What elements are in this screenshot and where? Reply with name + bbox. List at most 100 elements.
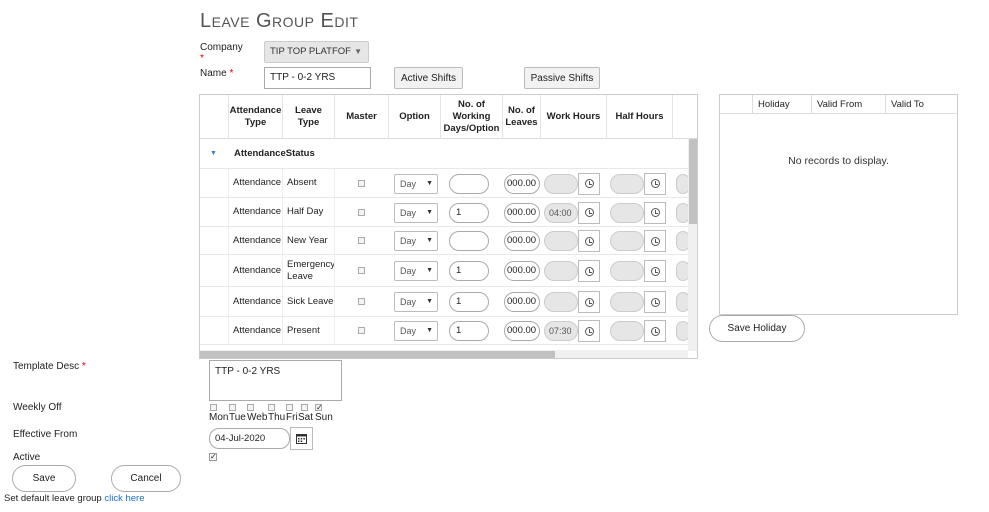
leaves-input[interactable]: 000.00 — [504, 292, 540, 312]
weekday-checkbox[interactable] — [268, 404, 275, 411]
table-row[interactable]: Attendance Sick Leave Day ▼ 1 000.00 — [200, 287, 690, 317]
option-select[interactable]: Day ▼ — [394, 202, 438, 223]
master-checkbox[interactable] — [358, 208, 365, 216]
master-checkbox[interactable] — [358, 298, 365, 305]
weekday-label: Tue — [229, 412, 246, 423]
half-hours-input[interactable] — [610, 231, 644, 251]
half-hours-input[interactable] — [610, 261, 644, 281]
weekday-checkbox[interactable] — [301, 404, 308, 411]
work-hours-input[interactable] — [544, 261, 578, 281]
weekday-label: Fri — [286, 412, 298, 423]
work-hours-input[interactable] — [544, 292, 578, 312]
clock-icon[interactable] — [644, 201, 666, 224]
template-desc-textarea[interactable]: TTP - 0-2 YRS — [209, 360, 342, 401]
work-hours-input[interactable] — [544, 173, 578, 194]
table-row[interactable]: Attendance Half Day Day ▼ 1 000.00 04:00 — [200, 198, 690, 227]
company-select[interactable]: TIP TOP PLATFOF ▼ — [264, 41, 369, 63]
weekday-checkbox[interactable] — [286, 404, 293, 411]
half-hours-input[interactable] — [610, 292, 644, 312]
column-header[interactable]: Master — [334, 95, 388, 139]
clock-icon[interactable] — [644, 260, 666, 282]
leaves-input[interactable]: 000.00 — [504, 321, 540, 341]
leaves-input[interactable]: 000.00 — [504, 261, 540, 281]
column-header[interactable]: Option — [388, 95, 440, 139]
chevron-down-icon: ▼ — [426, 327, 433, 334]
option-select[interactable]: Day ▼ — [394, 292, 438, 312]
leave-type-cell: New Year — [282, 227, 334, 254]
passive-shifts-button[interactable]: Passive Shifts — [524, 67, 600, 89]
clock-icon[interactable] — [644, 291, 666, 313]
leave-types-grid: Attendance Type Leave Type Master Option… — [199, 94, 698, 359]
master-checkbox[interactable] — [358, 327, 365, 334]
option-select[interactable]: Day ▼ — [394, 321, 438, 341]
work-hours-input[interactable]: 07:30 — [544, 321, 578, 341]
working-days-input[interactable]: 1 — [449, 202, 489, 223]
weekday-checkbox[interactable] — [229, 404, 236, 411]
column-header[interactable]: Half Hours — [606, 95, 672, 139]
clock-icon[interactable] — [578, 291, 600, 313]
option-select[interactable]: Day ▼ — [394, 261, 438, 281]
working-days-input[interactable] — [449, 231, 489, 251]
caret-down-icon[interactable]: ▼ — [210, 150, 217, 157]
empty-message: No records to display. — [788, 155, 889, 167]
master-checkbox[interactable] — [358, 237, 365, 244]
table-row[interactable]: Attendance Absent Day ▼ 000.00 — [200, 169, 690, 198]
column-header[interactable]: Attendance Type — [228, 95, 282, 139]
working-days-input[interactable]: 1 — [449, 321, 489, 341]
working-days-input[interactable] — [449, 173, 489, 194]
cancel-button[interactable]: Cancel — [111, 465, 181, 492]
group-row[interactable]: ▼ AttendanceStatus — [200, 139, 690, 169]
active-shifts-button[interactable]: Active Shifts — [394, 67, 463, 89]
active-checkbox[interactable]: ✓ — [209, 453, 217, 461]
table-row[interactable]: Attendance Present Day ▼ 1 000.00 07:30 — [200, 317, 690, 345]
click-here-link[interactable]: click here — [104, 493, 144, 504]
effective-from-input[interactable]: 04-Jul-2020 — [209, 428, 290, 449]
working-days-input[interactable]: 1 — [449, 261, 489, 281]
table-row[interactable]: Attendance New Year Day ▼ 000.00 — [200, 227, 690, 255]
clock-icon[interactable] — [578, 201, 600, 224]
save-holiday-button[interactable]: Save Holiday — [709, 315, 805, 342]
clock-icon[interactable] — [578, 260, 600, 282]
option-select[interactable]: Day ▼ — [394, 231, 438, 251]
save-button[interactable]: Save — [12, 465, 76, 492]
clock-icon[interactable] — [644, 172, 666, 195]
work-hours-input[interactable]: 04:00 — [544, 202, 578, 223]
column-header[interactable]: No. of Leaves — [502, 95, 540, 139]
clock-icon[interactable] — [578, 320, 600, 342]
work-hours-input[interactable] — [544, 231, 578, 251]
chevron-down-icon: ▼ — [354, 47, 362, 56]
table-row[interactable]: Attendance Emergency Leave Day ▼ 1 000.00 — [200, 255, 690, 287]
working-days-input[interactable]: 1 — [449, 292, 489, 312]
calendar-icon[interactable] — [290, 427, 313, 450]
column-header[interactable]: Holiday — [752, 95, 811, 114]
clock-icon[interactable] — [644, 320, 666, 342]
column-header[interactable]: Work Hours — [540, 95, 606, 139]
horizontal-scrollbar[interactable] — [200, 350, 688, 358]
option-select[interactable]: Day ▼ — [394, 173, 438, 194]
name-input[interactable]: TTP - 0-2 YRS — [264, 67, 371, 89]
column-header[interactable]: Valid To — [885, 95, 957, 114]
leaves-input[interactable]: 000.00 — [504, 173, 540, 194]
column-header[interactable]: Leave Type — [282, 95, 334, 139]
page-title: Leave Group Edit — [200, 10, 359, 32]
master-checkbox[interactable] — [358, 267, 365, 274]
effective-from-label: Effective From — [13, 429, 78, 440]
leaves-input[interactable]: 000.00 — [504, 231, 540, 251]
attendance-type-cell: Attendance — [228, 227, 282, 254]
clock-icon[interactable] — [578, 172, 600, 195]
clock-icon[interactable] — [578, 230, 600, 252]
vertical-scrollbar[interactable] — [688, 139, 697, 351]
weekday-checkbox[interactable] — [247, 404, 254, 411]
column-header[interactable]: Valid From — [811, 95, 885, 114]
master-checkbox[interactable] — [358, 179, 365, 187]
weekday-checkbox[interactable]: ✓ — [315, 404, 323, 412]
chevron-down-icon: ▼ — [426, 237, 433, 244]
half-hours-input[interactable] — [610, 202, 644, 223]
column-header[interactable]: No. of Working Days/Option — [440, 95, 502, 139]
chevron-down-icon: ▼ — [426, 298, 433, 305]
clock-icon[interactable] — [644, 230, 666, 252]
leaves-input[interactable]: 000.00 — [504, 202, 540, 223]
half-hours-input[interactable] — [610, 321, 644, 341]
weekday-checkbox[interactable] — [210, 404, 217, 411]
half-hours-input[interactable] — [610, 173, 644, 194]
